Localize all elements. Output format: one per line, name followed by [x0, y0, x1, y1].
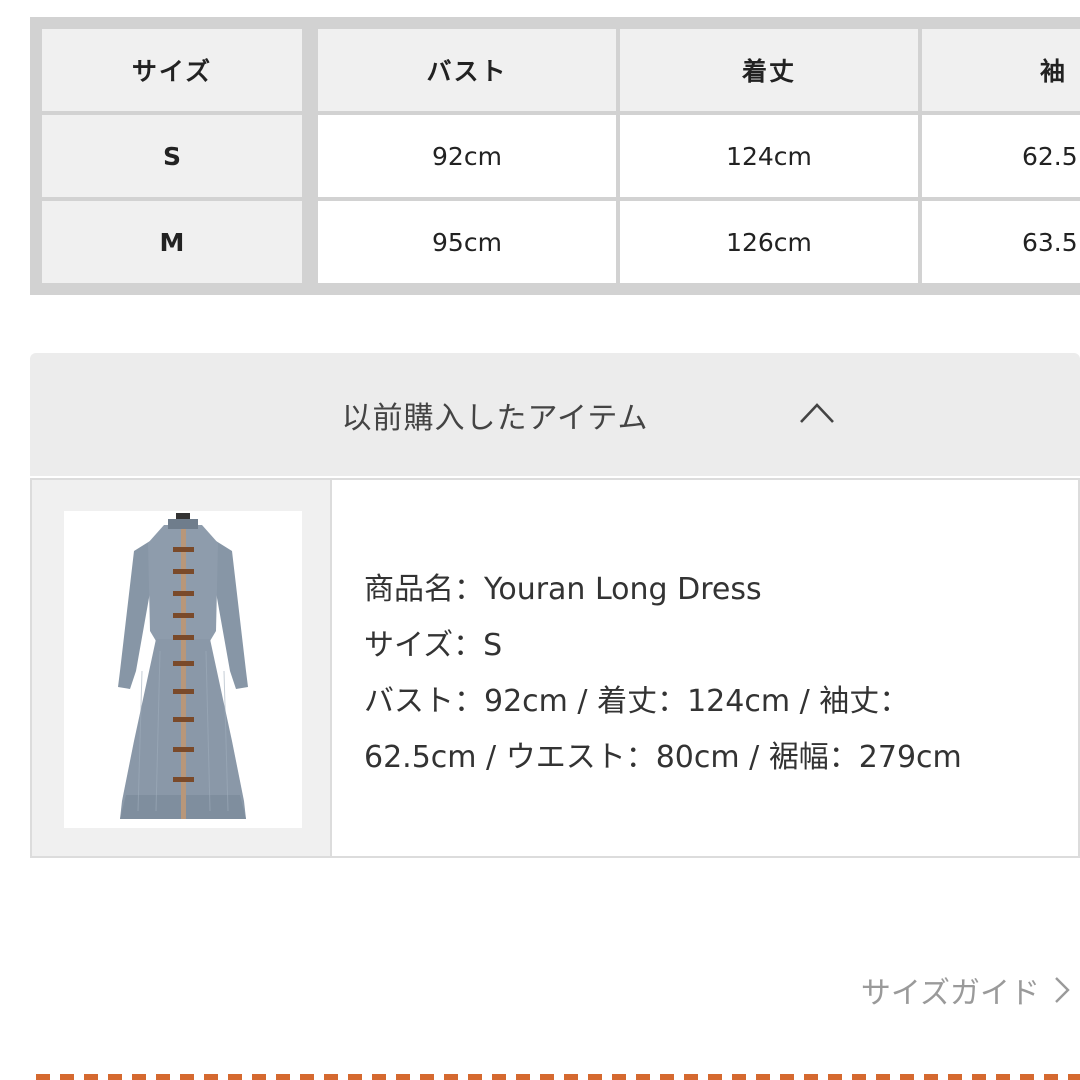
size-guide-label: サイズガイド — [860, 976, 1040, 1011]
table-header-sleeve: 袖 — [922, 29, 1080, 111]
table-header-length: 着丈 — [620, 29, 918, 111]
previous-item-card: 商品名：Youran Long Dress サイズ：S バスト：92cm / 着… — [30, 478, 1080, 858]
previous-items-title: 以前購入したアイテム — [341, 400, 649, 436]
long-dress-image — [118, 513, 248, 819]
item-thumbnail-column — [32, 480, 332, 856]
table-cell-sleeve: 62.5 — [922, 115, 1080, 197]
table-cell-length: 124cm — [620, 115, 918, 197]
item-size: サイズ：S — [364, 628, 503, 663]
chevron-up-icon[interactable] — [798, 400, 836, 426]
item-details: 商品名：Youran Long Dress サイズ：S バスト：92cm / 着… — [364, 562, 962, 786]
table-header-size: サイズ — [42, 29, 302, 111]
table-cell-sleeve: 63.5 — [922, 201, 1080, 283]
previous-items-toggle[interactable]: 以前購入したアイテム — [30, 353, 1080, 476]
item-name: 商品名：Youran Long Dress — [364, 572, 762, 607]
item-thumbnail[interactable] — [64, 511, 302, 828]
size-table: サイズ バスト 着丈 袖 S 92cm 124cm 62.5 M 95cm 12… — [30, 17, 1080, 295]
table-cell-size: S — [42, 115, 302, 197]
table-cell-bust: 95cm — [318, 201, 616, 283]
size-guide-link[interactable]: サイズガイド — [861, 968, 1070, 1012]
item-measurements-line-2: 62.5cm / ウエスト：80cm / 裾幅：279cm — [364, 740, 962, 775]
table-cell-length: 126cm — [620, 201, 918, 283]
table-cell-size: M — [42, 201, 302, 283]
chevron-right-icon — [1055, 977, 1070, 1003]
table-cell-bust: 92cm — [318, 115, 616, 197]
item-measurements-line-1: バスト：92cm / 着丈：124cm / 袖丈： — [364, 684, 910, 719]
table-header-bust: バスト — [318, 29, 616, 111]
dashed-divider — [36, 1074, 1080, 1080]
